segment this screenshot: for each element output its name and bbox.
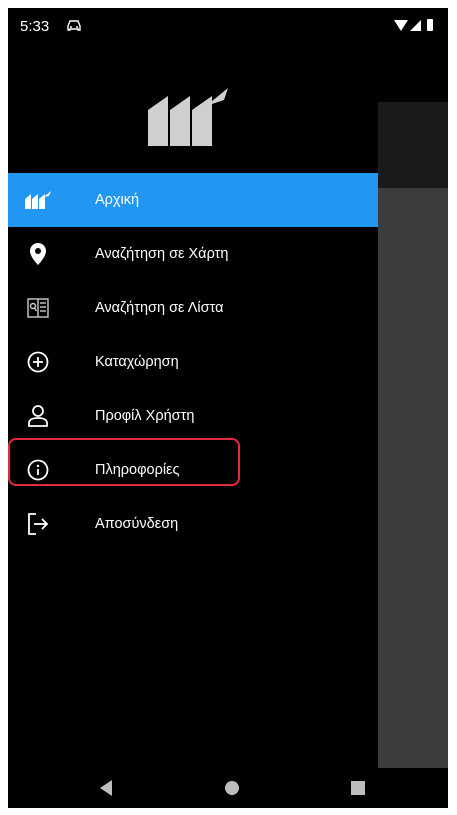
menu-label-user-profile: Προφίλ Χρήστη [95, 408, 195, 424]
add-circle-icon [20, 348, 56, 376]
list-search-icon [20, 294, 56, 322]
menu-label-logout: Αποσύνδεση [95, 516, 179, 532]
wifi-icon [394, 20, 408, 31]
status-icons [394, 19, 433, 31]
back-button-icon[interactable] [98, 780, 114, 796]
car-icon [67, 20, 81, 31]
home-logo-icon [20, 186, 56, 214]
menu-label-home: Αρχική [95, 192, 140, 208]
app-logo-icon [148, 88, 228, 146]
menu-label-add-listing: Καταχώρηση [95, 354, 179, 370]
battery-icon [427, 19, 433, 31]
menu-item-logout[interactable]: Αποσύνδεση [8, 497, 378, 551]
signal-icon [410, 20, 421, 31]
menu-label-list-search: Αναζήτηση σε Λίστα [95, 300, 224, 316]
background-content [378, 188, 448, 768]
menu-item-list-search[interactable]: Αναζήτηση σε Λίστα [8, 281, 378, 335]
menu-item-add-listing[interactable]: Καταχώρηση [8, 335, 378, 389]
background-toolbar [378, 102, 448, 188]
background-app [378, 42, 448, 768]
user-icon [20, 402, 56, 430]
status-bar: 5:33 [8, 8, 448, 42]
device-screen: 5:33 Αρχική Αναζήτηση σε Χάρτη Αναζήτηση… [8, 8, 448, 808]
menu-item-map-search[interactable]: Αναζήτηση σε Χάρτη [8, 227, 378, 281]
recents-button-icon[interactable] [350, 780, 366, 796]
menu-item-home[interactable]: Αρχική [8, 173, 378, 227]
drawer-menu: Αρχική Αναζήτηση σε Χάρτη Αναζήτηση σε Λ… [8, 173, 378, 551]
highlight-annotation [8, 438, 240, 486]
navigation-drawer: Αρχική Αναζήτηση σε Χάρτη Αναζήτηση σε Λ… [8, 42, 378, 768]
menu-label-map-search: Αναζήτηση σε Χάρτη [95, 246, 229, 262]
home-button-icon[interactable] [224, 780, 240, 796]
menu-item-user-profile[interactable]: Προφίλ Χρήστη [8, 389, 378, 443]
status-time: 5:33 [20, 18, 50, 35]
map-pin-icon [20, 240, 56, 268]
system-navigation-bar [8, 768, 448, 808]
logout-icon [20, 510, 56, 538]
